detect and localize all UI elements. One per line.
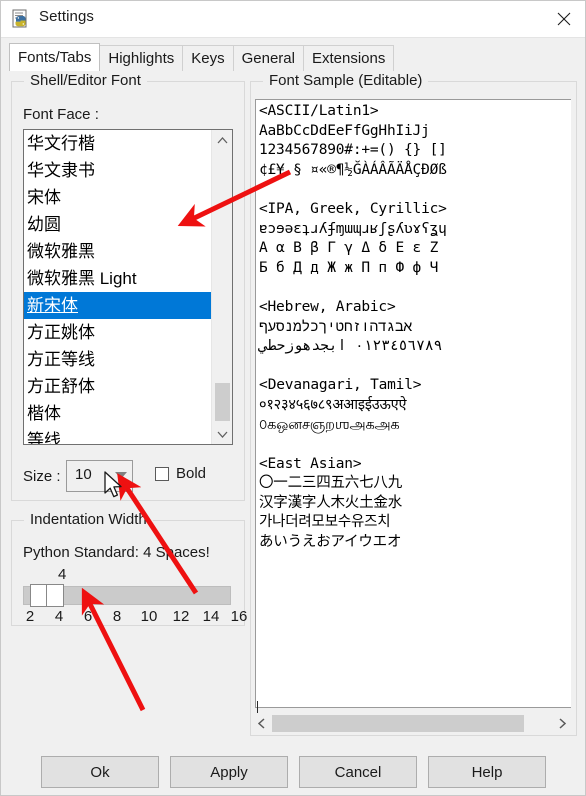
font-face-list[interactable]: 华文行楷 华文隶书 宋体 幼圆 微软雅黑 微软雅黑 Light 新宋体 方正姚体… — [24, 130, 212, 444]
tab-fonts-tabs[interactable]: Fonts/Tabs — [9, 43, 101, 71]
title-bar: Settings — [1, 1, 585, 38]
font-sample-textarea[interactable]: <ASCII/Latin1> AaBbCcDdEeFfGgHhIiJj 1234… — [255, 99, 571, 708]
apply-button[interactable]: Apply — [170, 756, 288, 788]
list-item[interactable]: 方正等线 — [24, 346, 211, 373]
selected-font-label: 新宋体 — [27, 296, 78, 315]
list-item[interactable]: 宋体 — [24, 184, 211, 211]
list-item[interactable]: 幼圆 — [24, 211, 211, 238]
dialog-button-bar: Ok Apply Cancel Help — [1, 746, 585, 795]
tick-label: 12 — [172, 608, 190, 625]
tick-label: 8 — [112, 608, 122, 625]
tick-label: 6 — [83, 608, 93, 625]
tab-highlights[interactable]: Highlights — [99, 45, 184, 71]
list-item[interactable]: 楷体 — [24, 400, 211, 427]
cancel-button[interactable]: Cancel — [299, 756, 417, 788]
list-item-selected[interactable]: 新宋体 — [24, 292, 212, 319]
font-sample-group-title: Font Sample (Editable) — [263, 72, 429, 89]
list-item[interactable]: 华文行楷 — [24, 130, 211, 157]
indentation-slider-ticks: 2 4 6 8 10 12 14 16 — [23, 608, 248, 628]
tick-label: 4 — [54, 608, 64, 625]
font-sample-hscrollbar-thumb[interactable] — [272, 715, 524, 732]
tab-general[interactable]: General — [232, 45, 304, 71]
tick-label: 10 — [140, 608, 158, 625]
tab-keys[interactable]: Keys — [182, 45, 234, 71]
font-list-scrollbar[interactable] — [211, 130, 232, 444]
bold-label: Bold — [176, 465, 207, 482]
chevron-right-icon[interactable] — [552, 713, 573, 734]
list-item[interactable]: 华文隶书 — [24, 157, 211, 184]
window-title: Settings — [39, 8, 94, 25]
size-value: 10 — [75, 466, 92, 483]
indentation-width-group-title: Indentation Width — [24, 511, 153, 528]
list-item[interactable]: 等线 — [24, 427, 211, 444]
mouse-pointer-cursor — [104, 471, 122, 498]
list-item[interactable]: 微软雅黑 — [24, 238, 211, 265]
font-sample-text: <ASCII/Latin1> AaBbCcDdEeFfGgHhIiJj 1234… — [259, 103, 447, 551]
tick-label: 2 — [25, 608, 35, 625]
chevron-left-icon[interactable] — [251, 713, 272, 734]
size-label: Size : — [23, 468, 61, 485]
font-face-label: Font Face : — [23, 106, 99, 123]
help-button[interactable]: Help — [428, 756, 546, 788]
chevron-down-icon[interactable] — [212, 424, 233, 444]
indentation-note: Python Standard: 4 Spaces! — [23, 544, 210, 561]
font-face-listbox[interactable]: 华文行楷 华文隶书 宋体 幼圆 微软雅黑 微软雅黑 Light 新宋体 方正姚体… — [23, 129, 233, 445]
settings-dialog: Settings Fonts/Tabs Highlights Keys Gene… — [0, 0, 586, 796]
list-item[interactable]: 微软雅黑 Light — [24, 265, 211, 292]
bold-checkbox[interactable] — [155, 467, 169, 481]
list-item[interactable]: 方正舒体 — [24, 373, 211, 400]
tab-strip: Fonts/Tabs Highlights Keys General Exten… — [9, 43, 395, 71]
indentation-value: 4 — [58, 566, 67, 583]
tick-label: 16 — [230, 608, 248, 625]
chevron-up-icon[interactable] — [212, 130, 233, 150]
close-button[interactable] — [541, 1, 585, 36]
shell-editor-font-group-title: Shell/Editor Font — [24, 72, 147, 89]
ok-button[interactable]: Ok — [41, 756, 159, 788]
font-sample-hscrollbar-track[interactable] — [272, 713, 552, 734]
font-list-scrollbar-thumb[interactable] — [215, 383, 231, 421]
indentation-slider-thumb[interactable] — [30, 584, 64, 607]
list-item[interactable]: 方正姚体 — [24, 319, 211, 346]
font-sample-hscrollbar[interactable] — [251, 713, 573, 734]
tick-label: 14 — [202, 608, 220, 625]
python-idle-icon — [12, 9, 32, 29]
tab-extensions[interactable]: Extensions — [302, 45, 395, 71]
